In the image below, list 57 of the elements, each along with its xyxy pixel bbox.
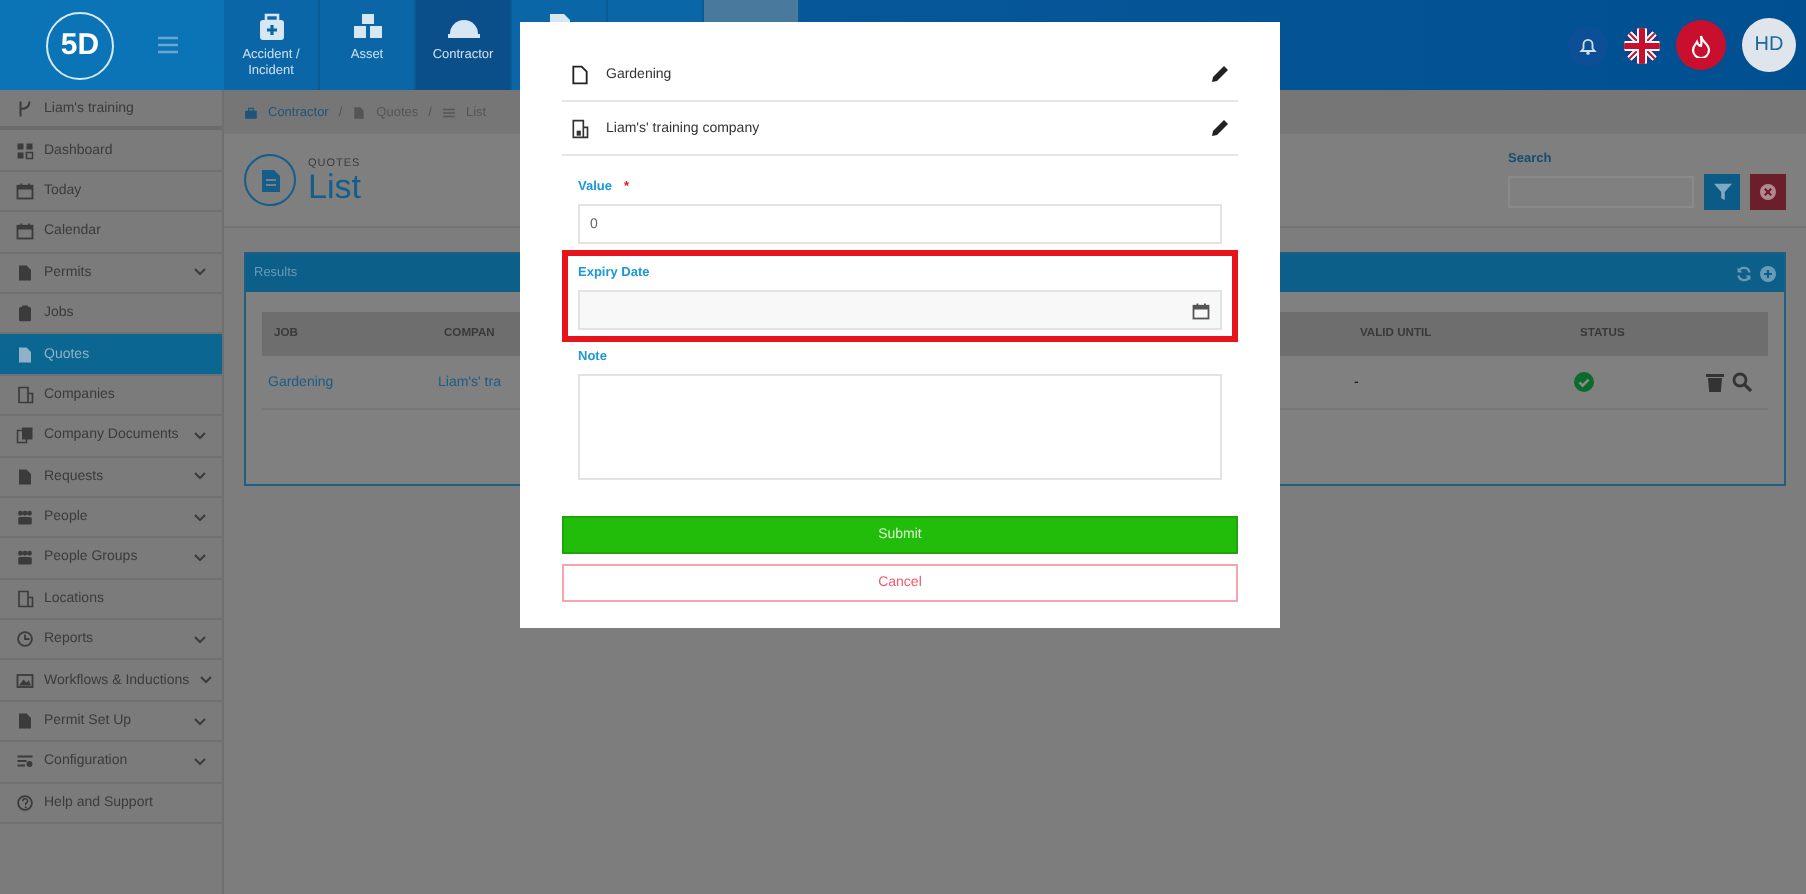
refresh-icon[interactable]: [1736, 265, 1752, 281]
clock-icon: [16, 630, 34, 649]
sliders-icon: [16, 752, 34, 771]
user-avatar[interactable]: HD: [1742, 18, 1796, 72]
add-icon[interactable]: [1760, 265, 1776, 281]
pencil-icon[interactable]: [1210, 118, 1230, 138]
document-icon: [570, 63, 590, 85]
bell-icon: [1578, 35, 1598, 55]
flag-icon[interactable]: [1624, 27, 1660, 63]
note-field[interactable]: [578, 374, 1222, 480]
logo[interactable]: 5D: [46, 11, 114, 79]
page-title: List: [308, 169, 361, 203]
chevron-down-icon: [194, 513, 206, 522]
date-field[interactable]: [578, 290, 1222, 330]
flame-icon: [1690, 33, 1712, 57]
briefcase-icon: [244, 105, 258, 119]
search-icon[interactable]: [1732, 372, 1752, 392]
chevron-down-icon: [194, 268, 206, 277]
chevron-down-icon: [194, 472, 206, 481]
document-icon: [16, 467, 34, 486]
document-icon: [352, 105, 367, 119]
first-aid-kit-icon: [255, 12, 287, 44]
document-icon: [16, 712, 34, 731]
notifications-button[interactable]: [1568, 25, 1608, 65]
building-icon: [570, 117, 590, 139]
chevron-down-icon: [194, 431, 206, 440]
boxes-icon: [351, 12, 383, 44]
document-icon: [16, 345, 34, 364]
clipboard-icon: [16, 304, 34, 323]
pencil-icon[interactable]: [1210, 64, 1230, 84]
clear-button[interactable]: [1750, 173, 1786, 209]
chevron-down-icon: [194, 553, 206, 562]
image-icon: [16, 671, 34, 690]
branch-icon: [16, 99, 34, 118]
people-icon: [16, 548, 34, 567]
people-icon: [16, 508, 34, 527]
calendar-icon: [16, 181, 34, 200]
close-icon: [1760, 183, 1776, 199]
chevron-down-icon: [194, 717, 206, 726]
trash-icon[interactable]: [1706, 372, 1724, 392]
building-icon: [16, 589, 34, 608]
help-icon: [16, 793, 34, 812]
filter-icon: [1713, 182, 1731, 200]
chevron-down-icon: [194, 635, 206, 644]
filter-button[interactable]: [1704, 173, 1740, 209]
alert-button[interactable]: [1676, 20, 1726, 70]
menu-icon[interactable]: [158, 36, 178, 54]
chevron-down-icon: [194, 757, 206, 766]
grid-icon: [16, 141, 34, 160]
calendar-icon: [16, 222, 34, 241]
document-icon: [259, 167, 281, 193]
calendar-icon: [1192, 301, 1210, 319]
documents-icon: [16, 426, 34, 445]
document-icon: [16, 263, 34, 282]
chevron-down-icon: [199, 676, 212, 685]
list-icon: [441, 105, 456, 119]
building-icon: [16, 385, 34, 404]
